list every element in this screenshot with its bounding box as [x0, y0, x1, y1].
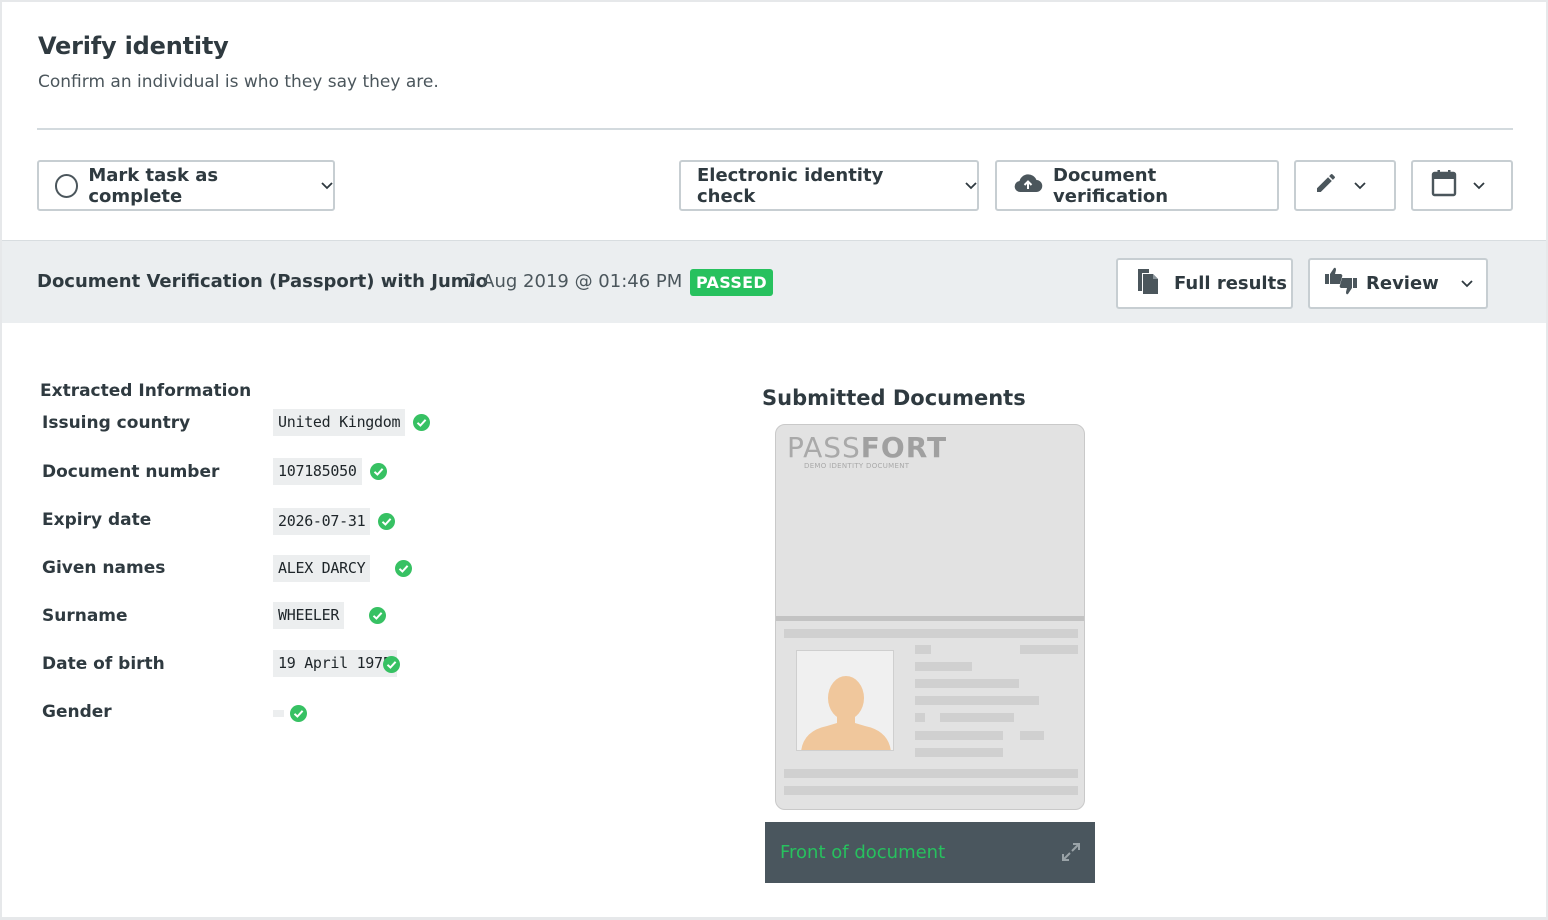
extracted-information-heading: Extracted Information	[40, 381, 252, 401]
circle-icon	[55, 173, 79, 198]
cloud-upload-icon	[1013, 172, 1043, 199]
mark-task-complete-label: Mark task as complete	[88, 164, 219, 207]
document-number-value: 107185050	[273, 458, 362, 485]
full-results-label: Full results	[1174, 273, 1287, 294]
issuing-country-value: United Kingdom	[273, 409, 406, 436]
page-subtitle: Confirm an individual is who they say th…	[38, 72, 439, 92]
calendar-icon	[1431, 169, 1457, 202]
surname-label: Surname	[42, 606, 128, 626]
document-number-label: Document number	[42, 462, 220, 482]
document-verification-button[interactable]: Document verification	[995, 160, 1279, 211]
edit-dropdown-button[interactable]	[1294, 160, 1396, 211]
date-of-birth-label: Date of birth	[42, 654, 165, 674]
submitted-documents-heading: Submitted Documents	[762, 386, 1026, 410]
chevron-down-icon	[965, 181, 977, 190]
chevron-down-icon	[321, 181, 333, 190]
expiry-date-value: 2026-07-31	[273, 508, 371, 535]
surname-value: WHEELER	[273, 602, 345, 629]
verification-result-header: Document Verification (Passport) with Ju…	[2, 240, 1546, 323]
front-of-document-label: Front of document	[780, 842, 946, 863]
date-of-birth-value: 19 April 1975	[273, 650, 397, 677]
page-title: Verify identity	[38, 32, 229, 60]
check-circle-icon	[383, 656, 400, 673]
pencil-icon	[1314, 171, 1338, 200]
expand-icon[interactable]	[1061, 842, 1081, 862]
status-badge: PASSED	[690, 269, 773, 296]
passport-photo	[796, 650, 894, 751]
verification-date: 7 Aug 2019 @ 01:46 PM	[465, 271, 683, 292]
check-circle-icon	[369, 607, 386, 624]
full-results-button[interactable]: Full results	[1116, 258, 1293, 309]
document-verification-label: Document verification	[1053, 164, 1169, 207]
chevron-down-icon	[1473, 181, 1485, 190]
review-dropdown-button[interactable]: Review	[1308, 258, 1488, 309]
check-circle-icon	[378, 513, 395, 530]
passport-separator	[776, 616, 1084, 621]
verify-identity-panel: Verify identity Confirm an individual is…	[2, 2, 1546, 917]
gender-value	[273, 710, 284, 717]
passport-document-image[interactable]: PASSFORT DEMO IDENTITY DOCUMENT	[775, 424, 1085, 810]
thumbs-up-down-icon	[1324, 266, 1358, 301]
chevron-down-icon	[1461, 279, 1473, 288]
electronic-identity-check-button[interactable]: Electronic identity check	[679, 160, 979, 211]
check-circle-icon	[395, 560, 412, 577]
check-circle-icon	[370, 463, 387, 480]
check-circle-icon	[413, 414, 430, 431]
calendar-dropdown-button[interactable]	[1411, 160, 1513, 211]
verification-title: Document Verification (Passport) with Ju…	[37, 271, 489, 292]
divider	[37, 128, 1513, 130]
documents-icon	[1136, 267, 1160, 300]
issuing-country-label: Issuing country	[42, 413, 191, 433]
gender-label: Gender	[42, 702, 112, 722]
passfort-logo: PASSFORT	[787, 431, 948, 464]
electronic-identity-check-label: Electronic identity check	[697, 164, 884, 207]
document-caption-bar: Front of document	[765, 822, 1095, 883]
mark-task-complete-button[interactable]: Mark task as complete	[37, 160, 335, 211]
given-names-label: Given names	[42, 558, 166, 578]
chevron-down-icon	[1354, 181, 1366, 190]
review-label: Review	[1366, 273, 1439, 294]
given-names-value: ALEX DARCY	[273, 555, 371, 582]
check-circle-icon	[290, 705, 307, 722]
expiry-date-label: Expiry date	[42, 510, 152, 530]
demo-document-caption: DEMO IDENTITY DOCUMENT	[804, 462, 910, 470]
